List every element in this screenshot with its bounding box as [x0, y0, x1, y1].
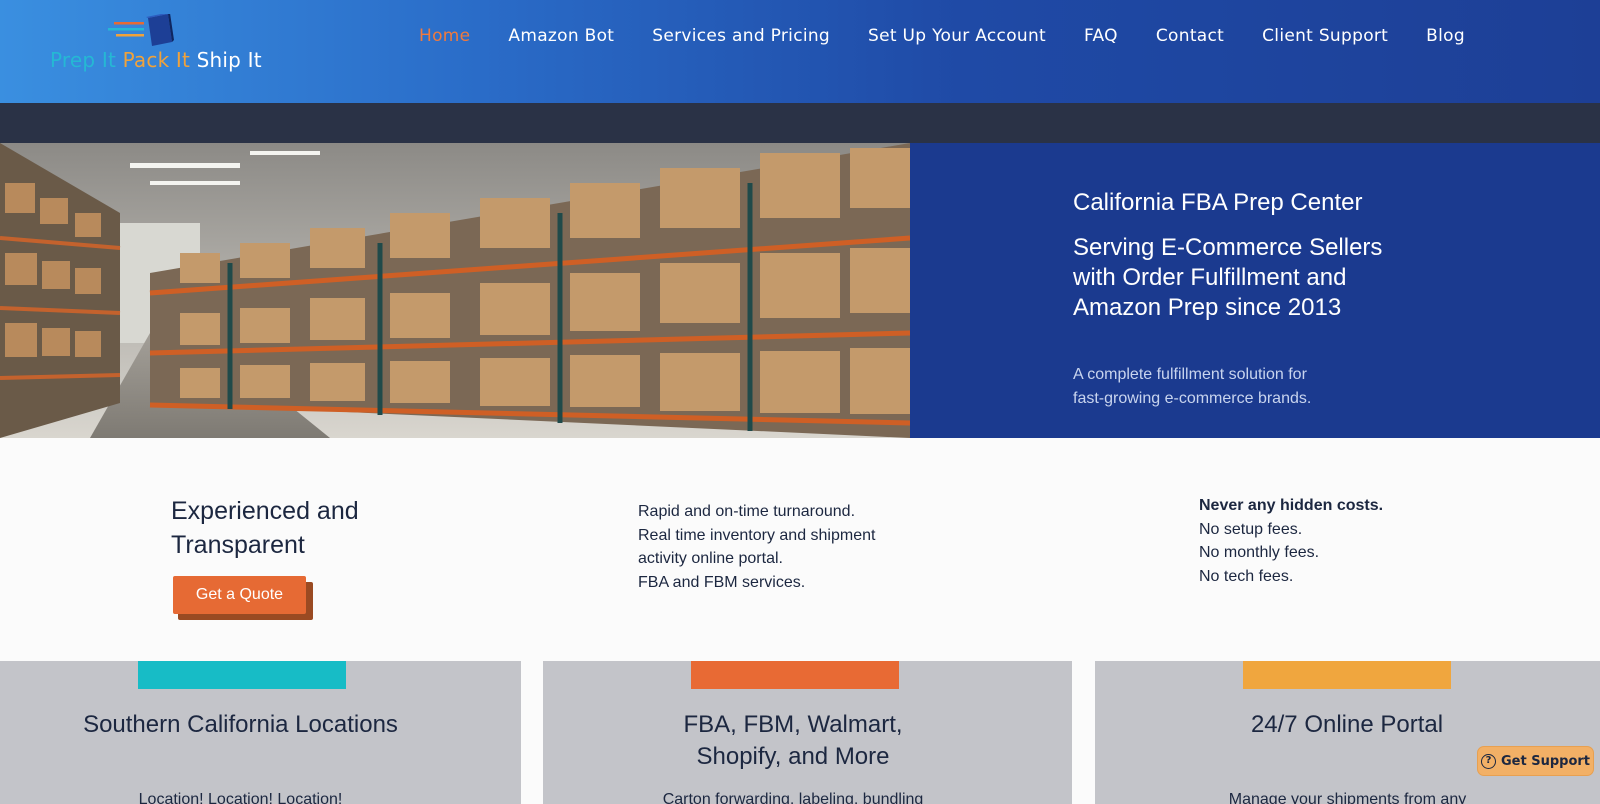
features-list-costs: Never any hidden costs. No setup fees. N…	[1199, 494, 1439, 588]
nav-contact[interactable]: Contact	[1137, 22, 1243, 50]
features-heading: Experienced and Transparent	[171, 497, 359, 559]
card-text: Manage your shipments from any	[1228, 791, 1467, 804]
nav-client-support[interactable]: Client Support	[1243, 22, 1407, 50]
card-services: FBA, FBM, Walmart, Shopify, and More Car…	[543, 661, 1072, 804]
card-accent-bar	[138, 661, 346, 689]
hero-panel: California FBA Prep Center Serving E-Com…	[910, 143, 1600, 438]
warehouse-shelves-photo-icon	[0, 143, 910, 438]
card-accent-bar	[1243, 661, 1451, 689]
logo-word-pack: Pack It	[122, 48, 191, 72]
card-title: 24/7 Online Portal	[1250, 711, 1444, 738]
feature-line: Rapid and on-time turnaround.	[638, 503, 856, 520]
nav-services-pricing[interactable]: Services and Pricing	[633, 22, 849, 50]
card-accent-bar	[691, 661, 899, 689]
get-support-button[interactable]: ? Get Support	[1477, 746, 1594, 776]
logo-word-ship: Ship It	[196, 48, 262, 72]
feature-line-strong: Never any hidden costs.	[1199, 497, 1384, 514]
warehouse-hero-image	[0, 143, 910, 438]
features-list-turnaround: Rapid and on-time turnaround. Real time …	[638, 500, 908, 594]
card-text: Location! Location! Location!	[138, 791, 343, 804]
main-nav: Home Amazon Bot Services and Pricing Set…	[400, 22, 1484, 50]
box-logo-icon	[108, 14, 174, 46]
hero-title: California FBA Prep Center	[1073, 189, 1363, 216]
card-text: Carton forwarding, labeling, bundling	[662, 791, 924, 804]
nav-home[interactable]: Home	[400, 22, 489, 50]
feature-line: No monthly fees.	[1199, 544, 1320, 561]
feature-line: No setup fees.	[1199, 520, 1303, 538]
hero-subtitle: Serving E-Commerce Sellers with Order Fu…	[1073, 234, 1383, 321]
nav-setup-account[interactable]: Set Up Your Account	[849, 22, 1065, 50]
nav-blog[interactable]: Blog	[1407, 22, 1484, 50]
site-header: Prep It Pack It Ship It Home Amazon Bot …	[0, 0, 1600, 103]
help-circle-icon: ?	[1480, 753, 1496, 769]
card-locations: Southern California Locations Location! …	[0, 661, 521, 804]
feature-line: Real time inventory and shipment activit…	[638, 526, 876, 568]
get-quote-button[interactable]: Get a Quote	[173, 576, 306, 614]
hero-description: A complete fulfillment solution for fast…	[1073, 366, 1312, 407]
logo-word-prep: Prep It	[50, 48, 116, 72]
feature-line: FBA and FBM services.	[638, 573, 806, 591]
logo-wordmark: Prep It Pack It Ship It	[50, 48, 262, 72]
feature-line: No tech fees.	[1199, 567, 1294, 585]
nav-amazon-bot[interactable]: Amazon Bot	[489, 22, 633, 50]
card-title: Southern California Locations	[83, 711, 398, 738]
card-title: FBA, FBM, Walmart, Shopify, and More	[683, 711, 903, 770]
support-label: Get Support	[1500, 753, 1590, 769]
card-portal: 24/7 Online Portal Manage your shipments…	[1095, 661, 1600, 804]
header-subbar	[0, 103, 1600, 143]
site-logo[interactable]: Prep It Pack It Ship It	[48, 12, 268, 82]
nav-faq[interactable]: FAQ	[1065, 22, 1137, 50]
